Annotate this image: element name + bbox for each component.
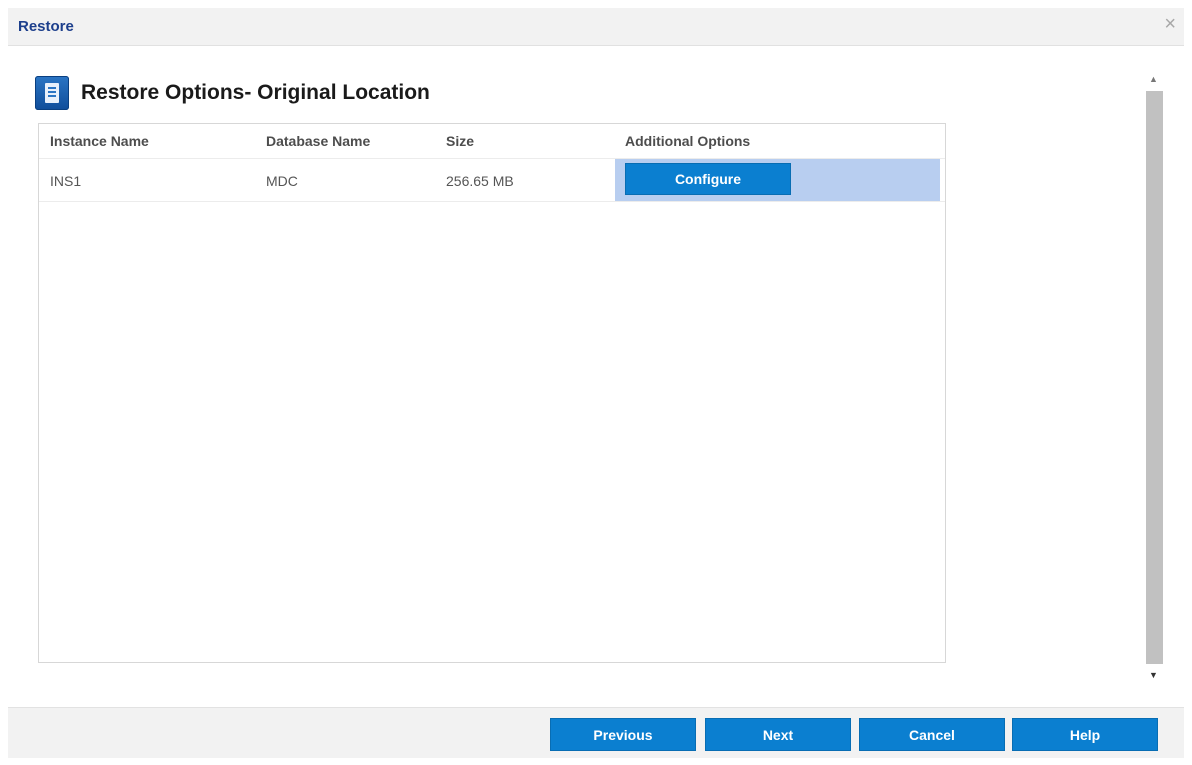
dialog-titlebar: Restore × [8,8,1184,46]
cell-size: 256.65 MB [446,173,514,189]
section-title: Restore Options- Original Location [81,81,430,104]
configure-button[interactable]: Configure [625,163,791,195]
next-button[interactable]: Next [705,718,851,751]
dialog-footer: Previous Next Cancel Help [8,707,1184,758]
previous-button[interactable]: Previous [550,718,696,751]
help-button[interactable]: Help [1012,718,1158,751]
column-header-additional-options[interactable]: Additional Options [625,133,750,149]
cancel-button[interactable]: Cancel [859,718,1005,751]
scroll-down-arrow-icon[interactable]: ▼ [1145,667,1162,683]
column-header-size[interactable]: Size [446,133,474,149]
table-header: Instance Name Database Name Size Additio… [39,124,945,159]
cell-database-name: MDC [266,173,298,189]
section-header: Restore Options- Original Location [35,73,430,113]
vertical-scrollbar[interactable]: ▲ ▼ [1145,71,1163,691]
table-row[interactable]: INS1 MDC 256.65 MB Configure [39,159,945,202]
restore-options-table: Instance Name Database Name Size Additio… [38,123,946,663]
cell-additional-options: Configure [615,159,940,201]
scrollbar-thumb[interactable] [1146,91,1163,664]
cell-instance-name: INS1 [50,173,82,189]
close-icon[interactable]: × [1164,12,1176,36]
restore-dialog: Restore × Restore Options- Original Loca… [8,8,1184,758]
column-header-database-name[interactable]: Database Name [266,133,370,149]
column-header-instance-name[interactable]: Instance Name [50,133,149,149]
dialog-title: Restore [18,18,74,35]
dialog-content: Restore Options- Original Location Insta… [8,46,1184,706]
scroll-up-arrow-icon[interactable]: ▲ [1145,71,1162,87]
database-icon [35,76,69,110]
